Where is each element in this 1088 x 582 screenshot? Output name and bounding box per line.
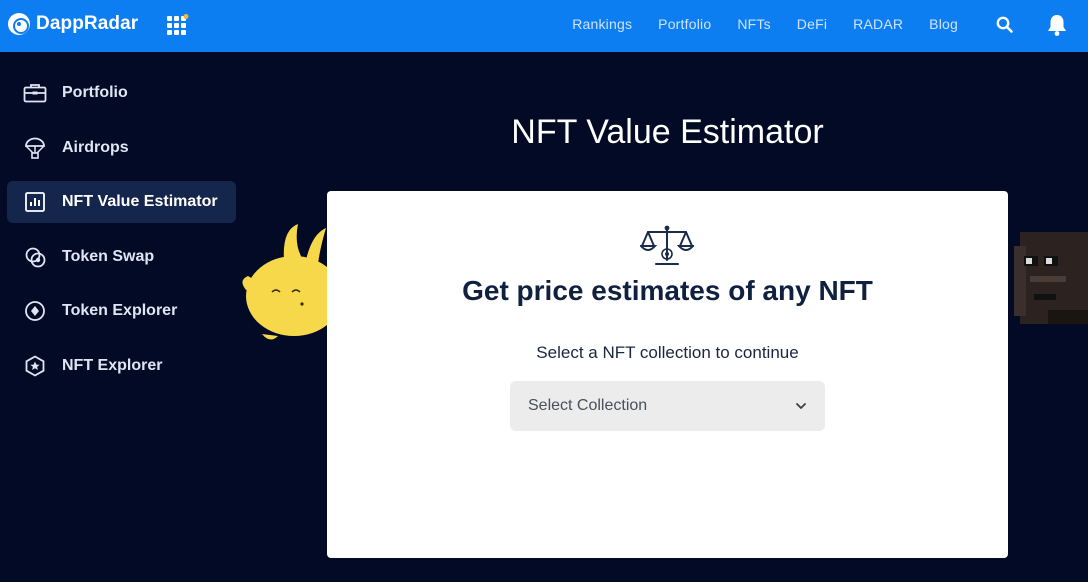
logo-text: DappRadar [36, 13, 139, 34]
sidebar-item-label: NFT Value Estimator [62, 193, 218, 211]
apps-grid-icon[interactable] [167, 14, 189, 36]
sidebar-item-label: Airdrops [62, 138, 129, 156]
nft-badge-icon [23, 354, 47, 378]
balance-scale-icon [638, 224, 696, 268]
sidebar-item-label: Token Swap [62, 247, 155, 265]
estimator-card: Get price estimates of any NFT Select a … [327, 191, 1008, 558]
bar-chart-icon [23, 190, 47, 214]
nav-blog[interactable]: Blog [929, 16, 958, 32]
nav-defi[interactable]: DeFi [797, 16, 827, 32]
sidebar-item-nft-explorer[interactable]: NFT Explorer [7, 345, 236, 387]
nav-radar[interactable]: RADAR [853, 16, 903, 32]
collection-select-value: Select Collection [528, 397, 648, 414]
sidebar-item-token-explorer[interactable]: Token Explorer [7, 290, 236, 332]
sidebar: Portfolio Airdrops NFT Value Estimator T… [7, 72, 236, 400]
pixel-punk-illustration [1008, 232, 1088, 324]
sidebar-item-airdrops[interactable]: Airdrops [7, 127, 236, 169]
sidebar-item-label: Portfolio [62, 84, 128, 101]
main-nav: Rankings Portfolio NFTs DeFi RADAR Blog [572, 16, 958, 32]
notification-bell-icon[interactable] [1046, 13, 1068, 37]
swap-icon [23, 245, 47, 269]
chevron-down-icon [794, 399, 808, 413]
nav-nfts[interactable]: NFTs [737, 16, 770, 32]
sidebar-item-label: Token Explorer [62, 302, 178, 320]
search-icon[interactable] [995, 15, 1015, 35]
dappradar-logo-icon [8, 13, 30, 35]
sidebar-item-label: NFT Explorer [62, 356, 163, 374]
briefcase-icon [23, 81, 47, 105]
sidebar-item-nft-value-estimator[interactable]: NFT Value Estimator [7, 181, 236, 224]
sidebar-item-portfolio[interactable]: Portfolio [7, 72, 236, 114]
parachute-icon [23, 136, 47, 160]
nav-rankings[interactable]: Rankings [572, 16, 632, 32]
top-navigation-bar: DappRadar Rankings Portfolio NFTs DeFi R… [0, 0, 1088, 52]
token-icon [23, 299, 47, 323]
page-title: NFT Value Estimator [511, 113, 824, 151]
nav-portfolio[interactable]: Portfolio [658, 16, 711, 32]
sidebar-item-token-swap[interactable]: Token Swap [7, 236, 236, 278]
nft-creature-illustration [242, 224, 342, 348]
card-heading: Get price estimates of any NFT [462, 275, 873, 306]
collection-select[interactable]: Select Collection [510, 381, 825, 431]
card-subtitle: Select a NFT collection to continue [536, 343, 799, 362]
dappradar-logo[interactable]: DappRadar [8, 13, 138, 35]
